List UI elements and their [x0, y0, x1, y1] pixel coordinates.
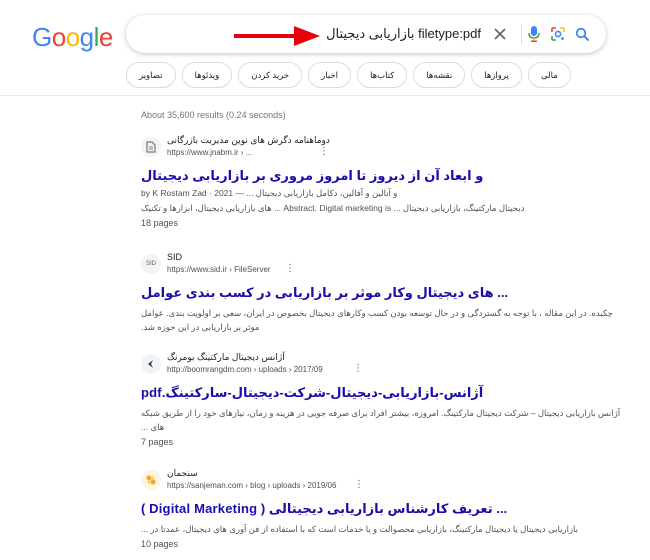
search-icon[interactable]: [572, 24, 592, 44]
chip-flights[interactable]: پروازها: [471, 62, 522, 88]
chip-books[interactable]: کتاب‌ها: [357, 62, 408, 88]
search-result: SID SID https://www.sid.ir › FileServer …: [141, 252, 631, 334]
boomerang-favicon-icon: [141, 354, 161, 374]
search-divider: [521, 24, 522, 44]
result-title-link[interactable]: آژانس-بازاریابی-دیجیتال-شرکت-دیجیتال-سار…: [141, 385, 631, 401]
site-name: دوماهنامه دگرش های نوین مدیریت بازرگانی: [167, 135, 330, 145]
site-url: https://sanjeman.com › blog › uploads › …: [167, 481, 337, 490]
result-source[interactable]: سنجمان https://sanjeman.com › blog › upl…: [141, 468, 631, 496]
page-count: 7 pages: [141, 437, 174, 447]
filter-chips: مالی پروازها نقشه‌ها کتاب‌ها اخبار خرید …: [126, 62, 571, 88]
site-url: https://www.jnabm.ir › ...: [167, 148, 253, 157]
result-title-link[interactable]: ... تعریف کارشناس بازاریابی دیجیتالی ( D…: [141, 501, 631, 517]
chip-videos[interactable]: ویدئوها: [181, 62, 233, 88]
logo-letter: o: [51, 22, 66, 52]
search-box[interactable]: filetype:pdf بازاریابی دیجیتال: [126, 15, 606, 53]
more-options-icon[interactable]: ⋮: [285, 264, 295, 274]
mic-icon[interactable]: [524, 24, 544, 44]
search-result: دوماهنامه دگرش های نوین مدیریت بازرگانی …: [141, 135, 631, 228]
result-source[interactable]: آژانس دیجیتال مارکتینگ بومرنگ http://boo…: [141, 352, 631, 380]
header-divider: [0, 95, 650, 96]
site-name: SID: [167, 252, 183, 262]
result-snippet: آژانس بازاریابی دیجیتال – شرکت دیجیتال م…: [141, 408, 621, 432]
result-source[interactable]: دوماهنامه دگرش های نوین مدیریت بازرگانی …: [141, 135, 631, 163]
chip-news[interactable]: اخبار: [308, 62, 352, 88]
page-count: 18 pages: [141, 218, 179, 228]
result-title-link[interactable]: ... های دیجیتال وکار موثر بر بازاریابی د…: [141, 285, 631, 301]
logo-letter: o: [65, 22, 80, 52]
result-source[interactable]: SID SID https://www.sid.ir › FileServer …: [141, 252, 631, 280]
page-count: 10 pages: [141, 539, 179, 549]
logo-letter: g: [79, 22, 94, 52]
site-name: آژانس دیجیتال مارکتینگ بومرنگ: [167, 352, 285, 362]
lens-icon[interactable]: [548, 24, 568, 44]
chip-maps[interactable]: نقشه‌ها: [413, 62, 466, 88]
result-stats: About 35,600 results (0.24 seconds): [141, 110, 286, 120]
chip-finance[interactable]: مالی: [527, 62, 571, 88]
search-input[interactable]: filetype:pdf بازاریابی دیجیتال: [326, 26, 481, 42]
site-url: https://www.sid.ir › FileServer: [167, 265, 271, 274]
sid-favicon-icon: SID: [141, 254, 161, 274]
result-snippet: چکیده. در این مقاله ، با توجه به گستردگی…: [141, 308, 613, 332]
chip-images[interactable]: تصاویر: [126, 62, 176, 88]
logo-letter: G: [32, 22, 52, 52]
red-arrow-annotation: [234, 26, 320, 46]
search-result: آژانس دیجیتال مارکتینگ بومرنگ http://boo…: [141, 352, 631, 447]
more-options-icon[interactable]: ⋮: [353, 364, 363, 374]
more-options-icon[interactable]: ⋮: [319, 147, 329, 157]
search-result: سنجمان https://sanjeman.com › blog › upl…: [141, 468, 631, 549]
result-snippet: دیجیتال مارکتینگ، بازاریابی دیجیتال ... …: [141, 203, 525, 213]
result-title-link[interactable]: و ابعاد آن از دیروز تا امروز مروری بر با…: [141, 168, 631, 184]
clear-icon[interactable]: [490, 24, 510, 44]
site-name: سنجمان: [167, 468, 198, 478]
site-url: http://boomrangdm.com › uploads › 2017/0…: [167, 365, 323, 374]
google-logo[interactable]: Google: [32, 22, 113, 53]
document-icon: [141, 137, 161, 157]
logo-letter: e: [98, 22, 113, 52]
result-snippet: بازاریابی دیجیتال یا دیجیتال مارکتینگ، ب…: [141, 524, 579, 534]
sanjeman-favicon-icon: [141, 470, 161, 490]
chip-shopping[interactable]: خرید کردن: [238, 62, 303, 88]
result-meta: by K Rostam Zad · 2021 — ... و آنالین و …: [141, 188, 398, 198]
more-options-icon[interactable]: ⋮: [354, 480, 364, 490]
